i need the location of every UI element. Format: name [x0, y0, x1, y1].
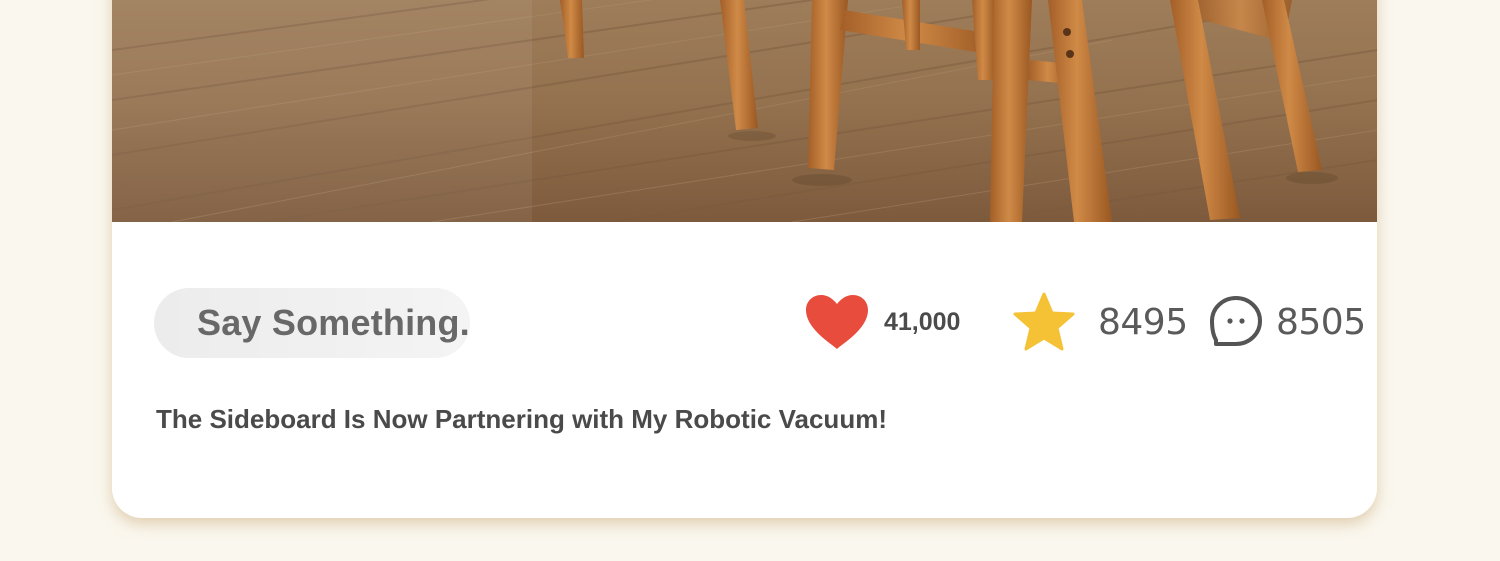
comment-bubble-icon — [1210, 296, 1262, 346]
post-card: Say Something. 41,000 8495 8505 The Side… — [112, 0, 1377, 518]
favorite-count: 8495 — [1098, 301, 1188, 343]
post-stats: 41,000 8495 8505 — [802, 292, 1366, 352]
post-photo[interactable] — [112, 0, 1377, 222]
like-button[interactable]: 41,000 — [802, 293, 1012, 351]
heart-icon — [806, 295, 868, 349]
comment-placeholder: Say Something. — [197, 302, 470, 343]
comment-input-button[interactable]: Say Something. — [154, 288, 470, 358]
like-count: 41,000 — [884, 307, 961, 336]
comments-button[interactable]: 8505 — [1208, 294, 1366, 350]
post-title[interactable]: The Sideboard Is Now Partnering with My … — [156, 404, 887, 435]
favorite-button[interactable]: 8495 — [1012, 292, 1208, 352]
star-icon — [1013, 292, 1075, 351]
comment-count: 8505 — [1276, 301, 1366, 343]
photo-image — [112, 0, 1377, 222]
